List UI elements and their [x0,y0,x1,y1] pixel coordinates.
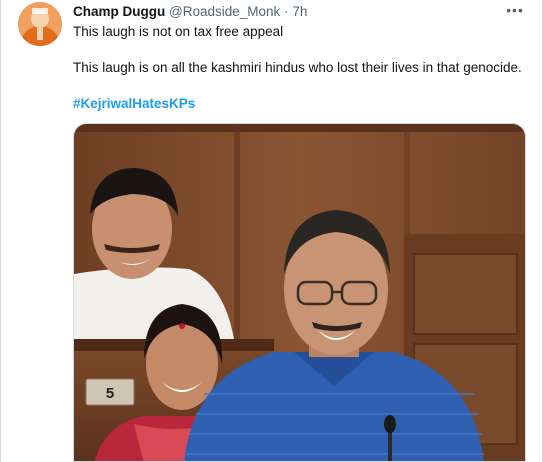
desk-number-label: 5 [106,385,114,402]
avatar[interactable] [18,2,62,46]
tweet-card[interactable]: Champ Duggu @Roadside_Monk · 7h ••• This… [0,0,543,462]
tweet-timestamp[interactable]: 7h [292,4,307,19]
author-name[interactable]: Champ Duggu [73,4,165,19]
tweet-header: Champ Duggu @Roadside_Monk · 7h [73,3,502,21]
tweet-text-line-1: This laugh is not on tax free appeal [73,24,284,39]
photo-image: 5 [74,124,525,461]
more-options-icon[interactable]: ••• [506,2,524,20]
tweet-text-line-2: This laugh is on all the kashmiri hindus… [73,60,522,75]
separator-dot: · [284,4,289,19]
hashtag-link[interactable]: #KejriwalHatesKPs [73,95,195,113]
tweet-media-photo[interactable]: 5 [73,123,526,462]
avatar-image [18,2,62,46]
author-handle[interactable]: @Roadside_Monk [169,4,280,19]
